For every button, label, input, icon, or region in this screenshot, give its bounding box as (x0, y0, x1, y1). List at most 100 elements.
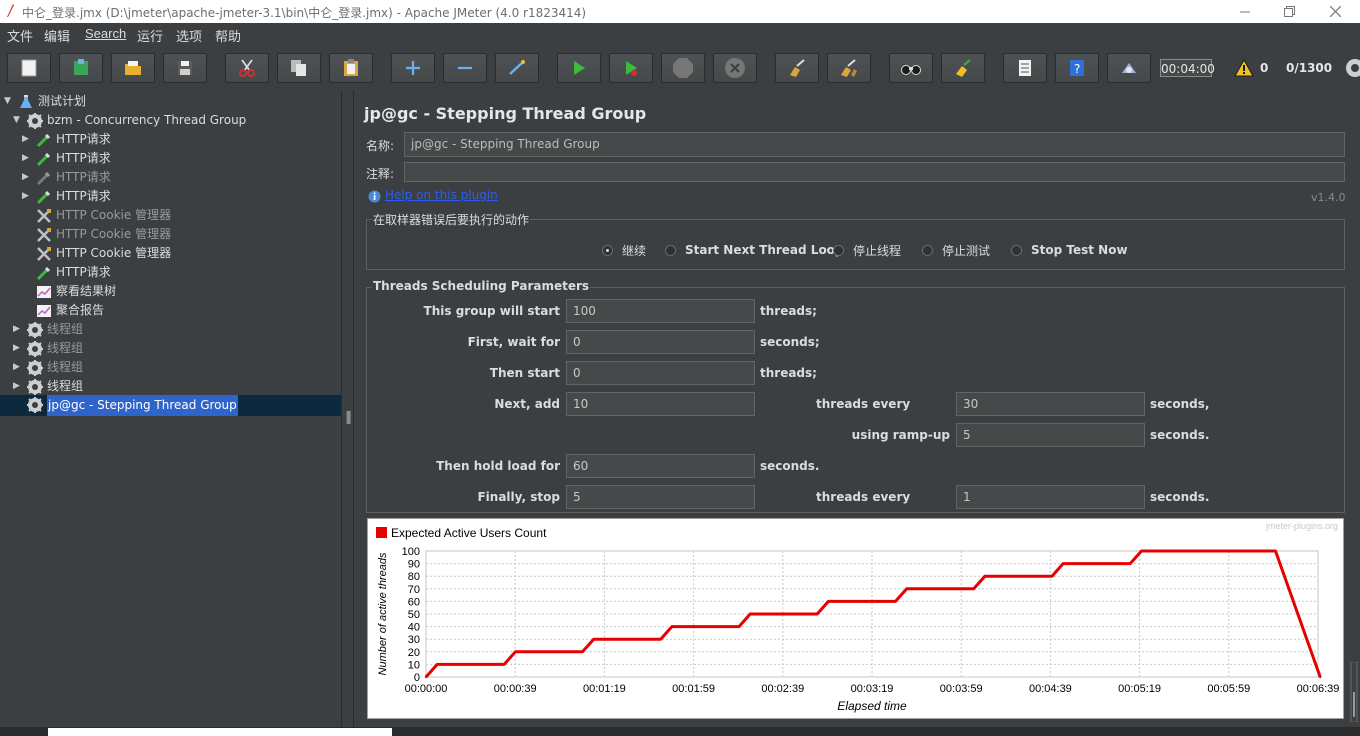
radio-continue[interactable]: 继续 (602, 242, 646, 258)
stop-interval-field[interactable]: 1 (956, 485, 1145, 509)
radio-dot[interactable] (665, 244, 676, 256)
collapsed-arrow-icon[interactable]: ▶ (13, 320, 23, 339)
tree-node[interactable]: HTTP请求 (0, 263, 341, 282)
http-sampler-icon (36, 170, 52, 186)
ramp-up-field[interactable]: 5 (956, 423, 1145, 447)
tree-node-label: HTTP请求 (56, 132, 111, 146)
tree-node[interactable]: ▼ bzm - Concurrency Thread Group (0, 111, 341, 130)
collapsed-arrow-icon[interactable]: ▶ (13, 377, 23, 396)
comment-field[interactable] (404, 162, 1345, 182)
data-point (435, 663, 439, 666)
tree-node[interactable]: 聚合报告 (0, 301, 341, 320)
scroll-indicator[interactable] (1350, 662, 1358, 722)
tree-node[interactable]: ▶ 线程组 (0, 339, 341, 358)
radio-dot[interactable] (922, 244, 933, 256)
help-button[interactable]: ? (1055, 53, 1099, 83)
then-start-field[interactable]: 0 (566, 361, 755, 385)
paste-button[interactable] (329, 53, 373, 83)
expanded-arrow-icon[interactable]: ▼ (13, 111, 23, 130)
tree-node[interactable]: ▶ HTTP请求 (0, 168, 341, 187)
remote-button[interactable] (1107, 53, 1151, 83)
tree-node[interactable]: HTTP Cookie 管理器 (0, 225, 341, 244)
save-button[interactable] (163, 53, 207, 83)
search-icon (901, 65, 921, 75)
sampler-error-group-title: 在取样器错误后要执行的动作 (372, 211, 531, 228)
new-button[interactable] (7, 53, 51, 83)
radio-stop-thread[interactable]: 停止线程 (833, 242, 901, 258)
collapsed-arrow-icon[interactable]: ▶ (22, 149, 32, 168)
collapse-all-button[interactable] (443, 53, 487, 83)
menu-search[interactable]: Search (85, 26, 126, 41)
clear-button[interactable] (775, 53, 819, 83)
menu-run[interactable]: 运行 (137, 26, 163, 45)
start-threads-field[interactable]: 100 (566, 299, 755, 323)
x-tick-label: 00:00:39 (494, 683, 537, 695)
close-icon (1329, 6, 1341, 17)
open-button[interactable] (111, 53, 155, 83)
toggle-button[interactable] (495, 53, 539, 83)
menu-edit[interactable]: 编辑 (44, 26, 70, 45)
finally-stop-field[interactable]: 5 (566, 485, 755, 509)
add-interval-field[interactable]: 30 (956, 392, 1145, 416)
collapsed-arrow-icon[interactable]: ▶ (22, 130, 32, 149)
copy-button[interactable] (277, 53, 321, 83)
close-button[interactable] (1312, 0, 1358, 23)
help-link[interactable]: Help on this plugin (385, 188, 498, 202)
shutdown-button[interactable] (713, 53, 757, 83)
data-point (670, 625, 674, 628)
function-helper-button[interactable] (1003, 53, 1047, 83)
tree-node[interactable]: ▼ 测试计划 (0, 92, 341, 111)
tree-node[interactable]: ▶ HTTP请求 (0, 149, 341, 168)
stop-button[interactable] (661, 53, 705, 83)
next-add-field[interactable]: 10 (566, 392, 755, 416)
split-pane-divider[interactable]: ▪ ▪ ▪ ▪ (341, 91, 354, 727)
collapsed-arrow-icon[interactable]: ▶ (13, 358, 23, 377)
radio-dot[interactable] (833, 244, 844, 256)
taskbar-window-tab[interactable] (48, 728, 392, 736)
http-sampler-icon (36, 151, 52, 167)
reset-search-button[interactable] (941, 53, 985, 83)
tree-node[interactable]: 察看结果树 (0, 282, 341, 301)
expanded-arrow-icon[interactable]: ▼ (4, 92, 14, 111)
radio-stop-test-label: 停止测试 (942, 243, 991, 258)
menu-options[interactable]: 选项 (176, 26, 202, 45)
start-button[interactable] (557, 53, 601, 83)
divider-grip[interactable]: ▪ ▪ ▪ ▪ (346, 409, 351, 426)
restore-button[interactable] (1266, 0, 1312, 23)
warning-icon[interactable] (1234, 59, 1254, 77)
tree-node[interactable]: ▶ 线程组 (0, 358, 341, 377)
menu-help[interactable]: 帮助 (215, 26, 241, 45)
collapsed-arrow-icon[interactable]: ▶ (13, 339, 23, 358)
x-tick-label: 00:01:19 (583, 683, 626, 695)
radio-dot[interactable] (602, 244, 613, 256)
initial-delay-field[interactable]: 0 (566, 330, 755, 354)
radio-start-next-loop[interactable]: Start Next Thread Loop (665, 242, 844, 258)
tree-node[interactable]: ▶ HTTP请求 (0, 130, 341, 149)
tree-node[interactable]: HTTP Cookie 管理器 (0, 244, 341, 263)
radio-stop-test-now[interactable]: Stop Test Now (1011, 242, 1128, 258)
tree-node[interactable]: ▶ 线程组 (0, 320, 341, 339)
expand-all-button[interactable] (391, 53, 435, 83)
radio-stop-thread-label: 停止线程 (853, 243, 902, 258)
radio-stop-test[interactable]: 停止测试 (922, 242, 990, 258)
start-no-pauses-button[interactable] (609, 53, 653, 83)
warning-count: 0 (1260, 61, 1269, 75)
minimize-button[interactable] (1222, 0, 1268, 23)
next-add-every-label: threads every (816, 397, 911, 411)
tree-node[interactable]: HTTP Cookie 管理器 (0, 206, 341, 225)
search-button[interactable] (889, 53, 933, 83)
tree-node[interactable]: ▶ HTTP请求 (0, 187, 341, 206)
clear-all-button[interactable] (827, 53, 871, 83)
menu-file[interactable]: 文件 (7, 26, 33, 45)
selected-tree-node[interactable]: jp@gc - Stepping Thread Group (0, 395, 341, 416)
collapsed-arrow-icon[interactable]: ▶ (22, 187, 32, 206)
cut-button[interactable] (225, 53, 269, 83)
start-threads-label: This group will start (423, 304, 560, 318)
radio-dot[interactable] (1011, 244, 1022, 256)
hold-load-field[interactable]: 60 (566, 454, 755, 478)
templates-button[interactable] (59, 53, 103, 83)
name-field[interactable]: jp@gc - Stepping Thread Group (404, 132, 1345, 157)
collapsed-arrow-icon[interactable]: ▶ (22, 168, 32, 187)
tree-node[interactable]: ▶ 线程组 (0, 377, 341, 396)
tree-node[interactable]: jp@gc - Stepping Thread Group (0, 395, 341, 416)
